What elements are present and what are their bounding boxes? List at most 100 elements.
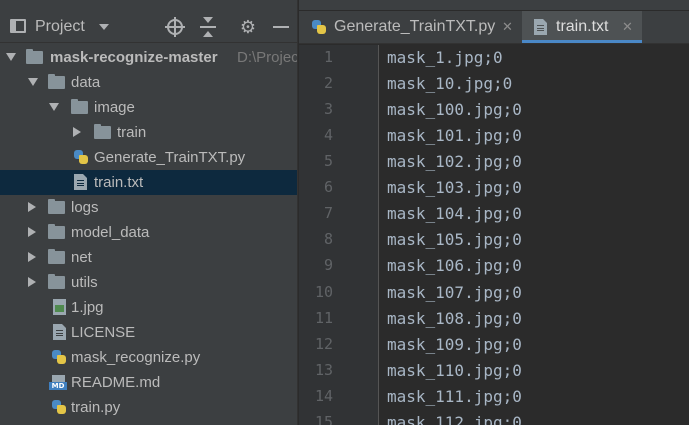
tree-item-label: train.txt — [94, 174, 144, 191]
line-number: 8 — [323, 230, 333, 248]
tree-item-utils[interactable]: utils — [0, 270, 297, 295]
tree-item-label: utils — [71, 274, 98, 291]
tree-item-image[interactable]: image — [0, 95, 297, 120]
tree-item-label: train — [117, 124, 147, 141]
python-file-icon — [51, 399, 67, 415]
line-number: 14 — [314, 387, 333, 405]
line-number: 10 — [314, 283, 333, 301]
line-number: 12 — [314, 335, 333, 353]
tree-item-license[interactable]: LICENSE — [0, 320, 297, 345]
code-line[interactable]: mask_109.jpg;0 — [387, 335, 522, 354]
project-view-selector[interactable]: Project — [35, 17, 85, 37]
tree-item-data[interactable]: data — [0, 70, 297, 95]
folder-icon — [26, 49, 43, 64]
text-file-icon — [534, 19, 547, 35]
line-number: 3 — [323, 100, 333, 118]
project-path: D:\Project — [237, 49, 297, 66]
text-file-icon — [74, 174, 87, 190]
tree-item-label: train.py — [71, 399, 121, 416]
line-number-gutter: 1 2 3 4 5 6 7 8 9 10 11 12 13 14 15 — [299, 45, 379, 425]
code-line[interactable]: mask_103.jpg;0 — [387, 178, 522, 197]
line-number: 7 — [323, 204, 333, 222]
markdown-file-icon: MD — [49, 375, 67, 390]
project-panel-header: Project ⚙ — [0, 11, 297, 43]
code-line[interactable]: mask_107.jpg;0 — [387, 283, 522, 302]
line-number: 15 — [314, 413, 333, 425]
collapse-arrow-icon[interactable] — [28, 227, 36, 237]
code-line[interactable]: mask_102.jpg;0 — [387, 152, 522, 171]
collapse-arrow-icon[interactable] — [28, 277, 36, 287]
code-line[interactable]: mask_112.jpg;0 — [387, 413, 522, 425]
code-line[interactable]: mask_106.jpg;0 — [387, 256, 522, 275]
code-line[interactable]: mask_111.jpg;0 — [387, 387, 522, 406]
tree-item-train-py[interactable]: train.py — [0, 395, 297, 420]
code-line[interactable]: mask_10.jpg;0 — [387, 74, 512, 93]
collapse-arrow-icon[interactable] — [28, 202, 36, 212]
expand-arrow-icon[interactable] — [6, 53, 16, 61]
code-line[interactable]: mask_110.jpg;0 — [387, 361, 522, 380]
tab-generate-traintxt[interactable]: Generate_TrainTXT.py ✕ — [299, 11, 517, 43]
tree-item-logs[interactable]: logs — [0, 195, 297, 220]
tree-item-1-jpg[interactable]: 1.jpg — [0, 295, 297, 320]
close-icon[interactable]: ✕ — [622, 18, 633, 36]
python-file-icon — [51, 349, 67, 365]
code-line[interactable]: mask_100.jpg;0 — [387, 100, 522, 119]
line-number: 5 — [323, 152, 333, 170]
folder-icon — [94, 124, 111, 139]
code-line[interactable]: mask_105.jpg;0 — [387, 230, 522, 249]
editor-tab-bar: Generate_TrainTXT.py ✕ train.txt ✕ — [299, 11, 689, 44]
tree-item-label: 1.jpg — [71, 299, 104, 316]
tree-item-train-txt[interactable]: train.txt — [0, 170, 297, 195]
hide-panel-icon[interactable] — [270, 16, 292, 38]
chevron-down-icon[interactable] — [99, 24, 109, 30]
line-number: 6 — [323, 178, 333, 196]
tree-item-mask-recognize-py[interactable]: mask_recognize.py — [0, 345, 297, 370]
close-icon[interactable]: ✕ — [502, 18, 513, 36]
folder-icon — [48, 224, 65, 239]
tree-item-project-root[interactable]: mask-recognize-master D:\Project — [0, 45, 297, 70]
tree-item-label: README.md — [71, 374, 161, 391]
tab-label: Generate_TrainTXT.py — [334, 18, 496, 35]
text-file-icon — [53, 324, 66, 340]
code-line[interactable]: mask_101.jpg;0 — [387, 126, 522, 145]
folder-icon — [71, 99, 88, 114]
locate-file-icon[interactable] — [164, 16, 186, 38]
image-file-icon — [53, 299, 66, 315]
tree-item-label: logs — [71, 199, 99, 216]
python-file-icon — [73, 149, 89, 165]
tree-item-label: mask_recognize.py — [71, 349, 201, 366]
gear-icon[interactable]: ⚙ — [237, 16, 259, 38]
collapse-arrow-icon[interactable] — [73, 127, 81, 137]
expand-arrow-icon[interactable] — [28, 78, 38, 86]
tree-item-label: data — [71, 74, 101, 91]
tree-item-label: mask-recognize-master — [50, 49, 218, 66]
folder-icon — [48, 274, 65, 289]
collapse-arrow-icon[interactable] — [28, 252, 36, 262]
tree-item-net[interactable]: net — [0, 245, 297, 270]
tree-item-generate-traintxt[interactable]: Generate_TrainTXT.py — [0, 145, 297, 170]
tree-item-label: model_data — [71, 224, 150, 241]
expand-arrow-icon[interactable] — [49, 103, 59, 111]
line-number: 13 — [314, 361, 333, 379]
line-number: 9 — [323, 256, 333, 274]
code-line[interactable]: mask_1.jpg;0 — [387, 48, 503, 67]
tab-label: train.txt — [556, 18, 609, 35]
line-number: 11 — [314, 309, 333, 327]
python-file-icon — [311, 19, 327, 35]
project-panel: Project ⚙ mask-recognize-master D:\Proje… — [0, 0, 297, 425]
collapse-all-icon[interactable] — [197, 16, 219, 38]
line-number: 2 — [323, 74, 333, 92]
tree-item-model-data[interactable]: model_data — [0, 220, 297, 245]
tree-item-readme-md[interactable]: MD README.md — [0, 370, 297, 395]
tree-item-label: Generate_TrainTXT.py — [94, 149, 246, 166]
code-editor[interactable]: mask_1.jpg;0 mask_10.jpg;0 mask_100.jpg;… — [380, 45, 689, 425]
tree-item-label: LICENSE — [71, 324, 136, 341]
code-line[interactable]: mask_104.jpg;0 — [387, 204, 522, 223]
folder-icon — [48, 199, 65, 214]
code-line[interactable]: mask_108.jpg;0 — [387, 309, 522, 328]
tree-item-train-folder[interactable]: train — [0, 120, 297, 145]
tree-item-label: image — [94, 99, 135, 116]
line-number: 1 — [323, 48, 333, 66]
project-window-icon — [10, 19, 26, 33]
tab-train-txt[interactable]: train.txt ✕ — [522, 11, 642, 43]
